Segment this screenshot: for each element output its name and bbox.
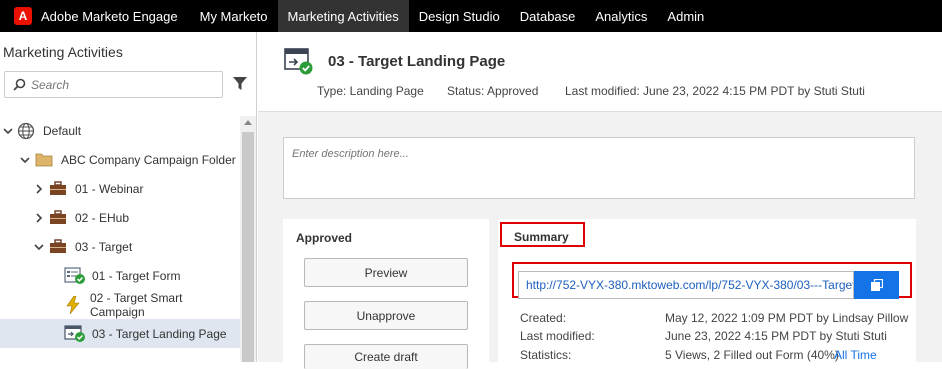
summary-panel: Summary http://752-VYX-380.mktoweb.com/l… xyxy=(498,219,916,369)
chevron-down-icon[interactable] xyxy=(3,126,13,136)
created-value: May 12, 2022 1:09 PM PDT by Lindsay Pill… xyxy=(665,311,909,325)
summary-title: Summary xyxy=(514,230,569,244)
nav-my-marketo[interactable]: My Marketo xyxy=(190,0,278,32)
preview-button[interactable]: Preview xyxy=(304,258,468,287)
tree-item-default[interactable]: Default xyxy=(0,116,240,145)
program-briefcase-icon xyxy=(50,181,66,195)
chevron-right-icon[interactable] xyxy=(34,183,44,194)
tree-item-label: 01 - Target Form xyxy=(92,268,181,283)
created-label: Created: xyxy=(520,311,567,325)
brand[interactable]: A Adobe Marketo Engage xyxy=(0,0,190,32)
tree-item-label: 02 - EHub xyxy=(75,210,130,225)
description-box[interactable] xyxy=(283,137,915,199)
form-approved-icon xyxy=(64,266,85,284)
nav-database[interactable]: Database xyxy=(510,0,586,32)
tree-item-target-form[interactable]: 01 - Target Form xyxy=(0,261,240,290)
statistics-label: Statistics: xyxy=(520,348,572,362)
copy-icon xyxy=(870,279,883,291)
create-draft-button[interactable]: Create draft xyxy=(304,344,468,369)
page-title: 03 - Target Landing Page xyxy=(328,53,506,70)
folder-icon xyxy=(35,153,53,167)
landing-page-approved-icon xyxy=(284,48,313,75)
approved-panel: Approved Preview Unapprove Create draft xyxy=(283,219,489,369)
asset-last-modified: Last modified: June 23, 2022 4:15 PM PDT… xyxy=(565,84,865,98)
scrollbar-thumb[interactable] xyxy=(242,132,254,362)
chevron-right-icon[interactable] xyxy=(34,212,44,223)
tree-item-target[interactable]: 03 - Target xyxy=(0,232,240,261)
nav-admin[interactable]: Admin xyxy=(657,0,714,32)
chevron-down-icon[interactable] xyxy=(34,242,44,252)
main-content: 03 - Target Landing Page Type: Landing P… xyxy=(258,32,942,369)
tree-item-label: 01 - Webinar xyxy=(75,181,144,196)
program-briefcase-icon xyxy=(50,210,66,224)
tree-item-webinar[interactable]: 01 - Webinar xyxy=(0,174,240,203)
landing-page-approved-icon xyxy=(64,324,85,342)
sidebar-scrollbar[interactable] xyxy=(240,116,256,362)
filter-icon[interactable] xyxy=(233,77,247,90)
tree-item-label: Default xyxy=(43,123,82,138)
tree-item-abc-folder[interactable]: ABC Company Campaign Folder xyxy=(0,145,240,174)
chevron-down-icon[interactable] xyxy=(20,155,30,165)
adobe-logo-icon: A xyxy=(14,7,32,25)
nav-design-studio[interactable]: Design Studio xyxy=(409,0,510,32)
scroll-up-arrow-icon[interactable] xyxy=(244,120,252,125)
last-modified-value: June 23, 2022 4:15 PM PDT by Stuti Stuti xyxy=(665,329,887,343)
tree-item-target-smart-campaign[interactable]: 02 - Target Smart Campaign xyxy=(0,290,240,319)
all-time-link[interactable]: All Time xyxy=(834,348,877,362)
sidebar: Marketing Activities Default xyxy=(0,32,257,362)
tree-item-target-landing-page[interactable]: 03 - Target Landing Page xyxy=(0,319,240,348)
last-modified-label: Last modified: xyxy=(520,329,595,343)
asset-status: Status: Approved xyxy=(447,84,539,98)
tree-item-label: 02 - Target Smart Campaign xyxy=(89,290,183,319)
program-briefcase-icon xyxy=(50,239,66,253)
tree-item-label: ABC Company Campaign Folder xyxy=(61,152,236,167)
unapprove-button[interactable]: Unapprove xyxy=(304,301,468,330)
copy-url-button[interactable] xyxy=(854,271,899,299)
tree-item-ehub[interactable]: 02 - EHub xyxy=(0,203,240,232)
asset-type: Type: Landing Page xyxy=(317,84,424,98)
tree-item-label: 03 - Target xyxy=(75,239,133,254)
search-icon xyxy=(13,78,26,91)
lightning-icon xyxy=(66,295,80,314)
landing-page-url[interactable]: http://752-VYX-380.mktoweb.com/lp/752-VY… xyxy=(518,271,854,299)
nav-marketing-activities[interactable]: Marketing Activities xyxy=(277,0,409,32)
description-input[interactable] xyxy=(284,138,914,198)
nav-analytics[interactable]: Analytics xyxy=(585,0,657,32)
sidebar-title: Marketing Activities xyxy=(3,44,123,60)
tree-item-label: 03 - Target Landing Page xyxy=(92,326,227,341)
asset-header: 03 - Target Landing Page Type: Landing P… xyxy=(258,32,942,112)
globe-icon xyxy=(17,122,35,139)
brand-name: Adobe Marketo Engage xyxy=(41,8,178,24)
top-nav-bar: A Adobe Marketo Engage My Marketo Market… xyxy=(0,0,942,32)
approved-title: Approved xyxy=(296,231,353,245)
search-input[interactable] xyxy=(31,77,201,92)
statistics-value: 5 Views, 2 Filled out Form (40%) xyxy=(665,348,839,362)
search-box[interactable] xyxy=(4,71,223,98)
